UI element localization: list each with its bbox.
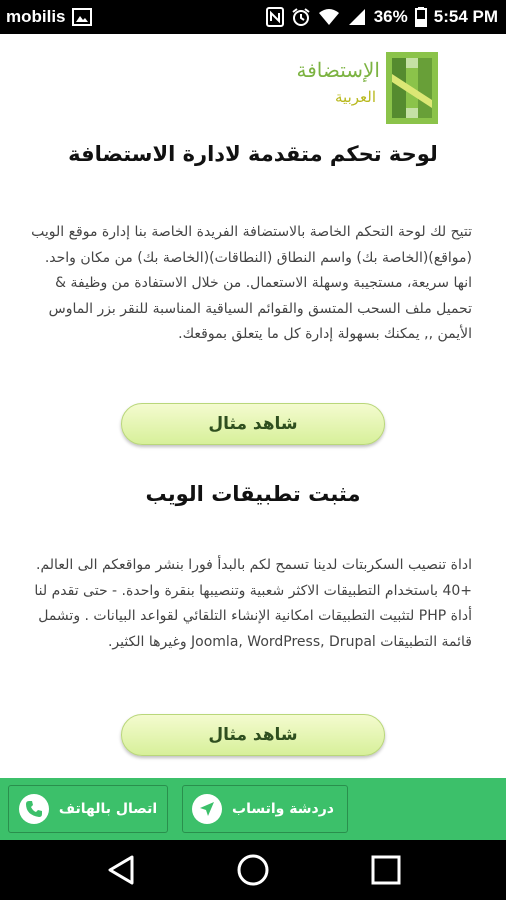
nfc-icon (265, 7, 284, 27)
phone-icon (19, 794, 49, 824)
view-demo-button-1[interactable]: شاهد مثال (121, 403, 385, 445)
battery-label: 36% (373, 7, 408, 26)
contact-bar: اتصال بالهاتف دردشة واتساب (0, 778, 506, 840)
system-nav-bar (0, 840, 506, 900)
logo-text-main: الإستضافة (296, 58, 380, 82)
carrier-name: mobilis (6, 7, 66, 26)
call-phone-label: اتصال بالهاتف (58, 801, 158, 817)
battery-icon (414, 7, 427, 27)
section-title-control-panel: لوحة تحكم متقدمة لادارة الاستضافة (68, 142, 438, 166)
whatsapp-chat-button[interactable]: دردشة واتساب (182, 785, 348, 833)
logo-mark-icon (386, 52, 438, 124)
section-title-app-installer: مثبت تطبيقات الويب (145, 482, 361, 506)
home-icon[interactable] (235, 852, 271, 888)
section-body-app-installer: اداة تنصيب السكربتات لدينا تسمح لكم بالب… (34, 557, 472, 650)
recent-apps-icon[interactable] (368, 852, 404, 888)
site-logo[interactable]: الإستضافة العربية (288, 52, 438, 127)
whatsapp-chat-label: دردشة واتساب (232, 801, 334, 817)
call-phone-button[interactable]: اتصال بالهاتف (8, 785, 168, 833)
send-arrow-icon (192, 794, 222, 824)
wifi-icon (318, 8, 340, 26)
image-icon (71, 8, 92, 26)
back-icon[interactable] (103, 852, 139, 888)
clock-time: 5:54 PM (433, 7, 498, 26)
section-body-control-panel: تتيح لك لوحة التحكم الخاصة بالاستضافة ال… (31, 224, 472, 342)
signal-icon (347, 8, 367, 26)
view-demo-button-2[interactable]: شاهد مثال (121, 714, 385, 756)
logo-text-sub: العربية (335, 88, 376, 106)
alarm-icon (291, 7, 311, 27)
status-bar: mobilis 36% 5:54 PM (0, 0, 506, 34)
page-content: الإستضافة العربية لوحة تحكم متقدمة لادار… (0, 34, 506, 778)
